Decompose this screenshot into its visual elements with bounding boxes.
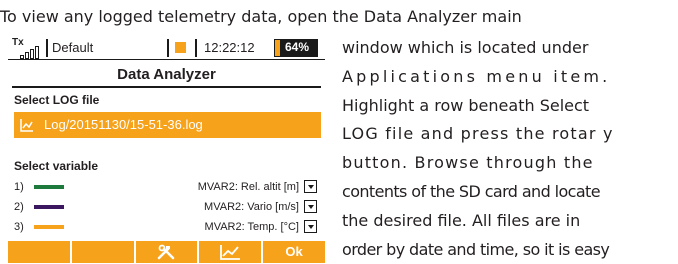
softkey-tools[interactable] <box>135 241 198 263</box>
body-line: order by date and time, so it is easy <box>342 239 610 259</box>
variable-row[interactable]: 1) MVAR2: Rel. altit [m] <box>14 178 321 196</box>
battery-percent: 64% <box>285 40 310 54</box>
variable-row[interactable]: 3) MVAR2: Temp. [°C] <box>14 218 321 236</box>
body-line: window which is located under <box>342 38 589 57</box>
title-divider <box>12 86 321 88</box>
body-line: button. Browse through the <box>342 153 594 173</box>
alarm-indicator-icon <box>175 42 186 53</box>
log-file-row[interactable]: Log/20151130/15-51-36.log <box>14 112 321 138</box>
transmitter-screen: Tx Default 12:22:12 64% Data Analyzer Se… <box>8 36 325 263</box>
body-line: LOG file and press the rotar y <box>342 124 614 144</box>
softkey-1[interactable] <box>8 241 70 263</box>
log-section-label: Select LOG file <box>14 93 100 107</box>
model-profile: Default <box>52 40 94 55</box>
status-bar: Tx Default 12:22:12 64% <box>8 36 325 60</box>
battery-fill <box>275 40 281 56</box>
variable-row[interactable]: 2) MVAR2: Vario [m/s] <box>14 198 321 216</box>
body-line: Highlight a row beneath Select <box>342 95 590 115</box>
series-color-swatch <box>34 185 64 189</box>
dropdown-icon[interactable] <box>304 200 317 213</box>
variable-number: 3) <box>14 221 24 233</box>
softkey-bar: Ok <box>8 241 325 263</box>
dropdown-icon[interactable] <box>304 220 317 233</box>
tools-icon <box>158 244 175 260</box>
status-divider <box>167 39 169 57</box>
ok-label: Ok <box>285 244 303 259</box>
signal-icon: Tx <box>12 37 42 59</box>
variable-number: 1) <box>14 181 24 193</box>
series-color-swatch <box>34 225 64 229</box>
variable-name: MVAR2: Rel. altit [m] <box>197 181 299 193</box>
body-line: contents of the SD card and locate <box>342 181 601 201</box>
status-divider <box>46 39 48 57</box>
dropdown-icon[interactable] <box>304 180 317 193</box>
body-paragraph: window which is located under Applicatio… <box>342 34 678 264</box>
status-divider <box>195 39 197 57</box>
body-line: Applications menu item. <box>342 66 611 86</box>
chart-icon <box>220 245 241 260</box>
softkey-2[interactable] <box>71 241 134 263</box>
log-file-path: Log/20151130/15-51-36.log <box>44 117 203 132</box>
variable-number: 2) <box>14 201 24 213</box>
variable-name: MVAR2: Temp. [°C] <box>204 221 299 233</box>
variable-name: MVAR2: Vario [m/s] <box>204 201 299 213</box>
clock: 12:22:12 <box>204 40 255 55</box>
battery-indicator: 64% <box>274 39 318 57</box>
screen-title: Data Analyzer <box>117 66 216 83</box>
chart-file-icon <box>20 119 33 132</box>
variable-section-label: Select variable <box>14 159 99 173</box>
body-line: the desired file. All files are in <box>342 210 581 230</box>
series-color-swatch <box>34 205 64 209</box>
ok-button[interactable]: Ok <box>263 241 325 263</box>
intro-text: To view any logged telemetry data, open … <box>0 7 522 26</box>
softkey-graph[interactable] <box>199 241 262 263</box>
